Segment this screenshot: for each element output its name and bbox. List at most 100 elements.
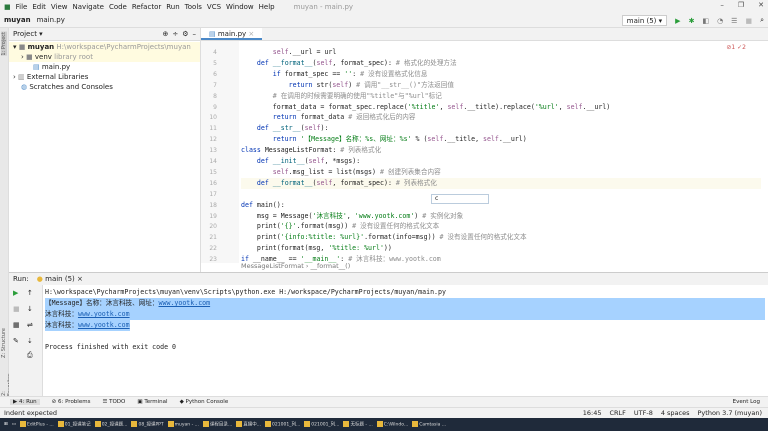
code-line[interactable]: class MessageListFormat: # 列表格式化 <box>241 145 761 156</box>
tool-tab-todo[interactable]: ☰ TODO <box>102 399 125 405</box>
stop-icon[interactable]: ■ <box>13 305 20 313</box>
taskbar-item[interactable]: EditPlus - ... <box>20 421 54 428</box>
run-tab[interactable]: ● main (5) × <box>37 275 83 283</box>
tab-main-py[interactable]: ▤ main.py × <box>201 28 263 40</box>
up-icon[interactable]: ↑ <box>27 289 33 297</box>
menu-navigate[interactable]: Navigate <box>73 3 104 11</box>
code-line[interactable]: msg = Message('沐言科技', 'www.yootk.com') #… <box>241 211 761 222</box>
project-view-select[interactable]: Project ▾ <box>13 30 43 38</box>
maximize-button[interactable]: ❐ <box>738 1 744 9</box>
code-line[interactable] <box>241 189 761 200</box>
code-line[interactable]: print(format(msg, '%title: %url')) <box>241 243 761 254</box>
tool-tab-terminal[interactable]: ▣ Terminal <box>137 399 167 405</box>
rerun-icon[interactable]: ▶ <box>13 289 18 297</box>
code-line[interactable]: return format_data # 返回格式化后的内容 <box>241 112 761 123</box>
debug-icon[interactable]: ✱ <box>689 17 695 25</box>
code-line[interactable]: def __str__(self): <box>241 123 761 134</box>
minimize-button[interactable]: – <box>720 1 724 9</box>
code-line[interactable]: if format_spec == '': # 没有设置格式化信息 <box>241 69 761 80</box>
taskbar-item[interactable]: 无标题 - ... <box>343 421 373 428</box>
menu-vcs[interactable]: VCS <box>207 3 221 11</box>
editor-breadcrumb[interactable]: MessageListFormat › __format__() <box>241 262 350 270</box>
profile-icon[interactable]: ◔ <box>717 17 723 25</box>
tool-tab-python-console[interactable]: ◆ Python Console <box>180 399 229 405</box>
build-icon[interactable]: ☰ <box>731 17 737 25</box>
app-icon <box>265 421 272 428</box>
interpreter[interactable]: Python 3.7 (muyan) <box>698 409 762 417</box>
code-line[interactable]: # 在调用的时候需要明确的使用"%title"与"%url"标记 <box>241 91 761 102</box>
menu-code[interactable]: Code <box>109 3 127 11</box>
menu-file[interactable]: File <box>16 3 28 11</box>
taskbar-item[interactable]: C:\Windo... <box>376 421 408 428</box>
output-link[interactable]: www.yootk.com <box>78 310 130 318</box>
tool-tab-problems[interactable]: ⊘ 6: Problems <box>52 399 91 405</box>
tree-item-root[interactable]: ▾ ■ muyan H:\workspace\PycharmProjects\m… <box>9 42 200 52</box>
code-line[interactable]: self.__url = url <box>241 47 761 58</box>
close-button[interactable]: ✕ <box>758 1 764 9</box>
task-view-icon[interactable]: ▭ <box>12 422 16 427</box>
tree-item-main-py[interactable]: ▤ main.py <box>9 62 200 72</box>
code-line[interactable]: def __format__(self, format_spec): # 格式化… <box>241 58 761 69</box>
down-icon[interactable]: ↓ <box>27 305 33 313</box>
tree-item-venv[interactable]: › ■ venv library root <box>9 52 200 62</box>
coverage-icon[interactable]: ◧ <box>702 17 709 25</box>
taskbar-item[interactable]: Camtasia ... <box>412 421 446 428</box>
tool-tab-run[interactable]: ▶ 4: Run <box>10 399 40 405</box>
run-icon[interactable]: ▶ <box>675 17 680 25</box>
menu-window[interactable]: Window <box>226 3 254 11</box>
code-line[interactable]: print('{info:%title: %url}'.format(info=… <box>241 232 761 243</box>
tree-item-external-libraries[interactable]: › ▥ External Libraries <box>9 72 200 82</box>
taskbar-item[interactable]: 01_授课笔记 <box>57 421 91 428</box>
search-icon[interactable]: ⌕ <box>760 16 764 25</box>
taskbar-item[interactable]: 08_授课PPT <box>131 421 164 428</box>
code-line[interactable]: def __format__(self, format_spec): # 列表格… <box>241 177 761 189</box>
menu-edit[interactable]: Edit <box>32 3 46 11</box>
close-tab-icon[interactable]: × <box>248 30 254 38</box>
code-editor[interactable]: ▤ main.py × ⊘1 ✓2 4 5 6 7 8 9 10 11 12 13 14 15 16 17… <box>201 28 768 272</box>
code-line[interactable]: def __init__(self, *msgs): <box>241 156 761 167</box>
code-line[interactable]: format_data = format_spec.replace('%titl… <box>241 102 761 113</box>
scroll-end-icon[interactable]: ⇣ <box>27 337 33 345</box>
pin-icon[interactable]: ✎ <box>13 337 19 345</box>
stop-icon[interactable]: ■ <box>745 17 752 25</box>
taskbar-item[interactable]: muyan - ... <box>167 421 199 428</box>
taskbar-item[interactable]: 021001_列... <box>304 421 339 428</box>
indent-setting[interactable]: 4 spaces <box>661 409 690 417</box>
locate-icon[interactable]: ⊕ <box>162 30 168 38</box>
code-line[interactable]: def main(): <box>241 200 761 211</box>
print-icon[interactable]: ⎙ <box>27 351 33 360</box>
run-config-select[interactable]: main (5) ▾ <box>621 15 668 26</box>
event-log-button[interactable]: Event Log <box>733 399 760 405</box>
menu-view[interactable]: View <box>51 3 68 11</box>
menu-tools[interactable]: Tools <box>185 3 202 11</box>
gear-icon[interactable]: ⚙ <box>182 30 188 38</box>
taskbar-item[interactable]: 02_授课题... <box>94 421 127 428</box>
console-output[interactable]: H:\workspace\PycharmProjects\muyan\venv\… <box>45 287 765 353</box>
soft-wrap-icon[interactable]: ⇌ <box>27 321 33 329</box>
layout-icon[interactable]: ▦ <box>13 321 20 329</box>
code-line[interactable]: return str(self) # 调用"__str__()"方法返回值 <box>241 80 761 91</box>
structure-tool-tab[interactable]: Z: Structure <box>1 328 7 358</box>
project-tool-tab[interactable]: 1: Project <box>1 32 7 56</box>
output-link[interactable]: www.yootk.com <box>78 321 130 329</box>
completion-popup[interactable]: c <box>431 194 489 204</box>
taskbar-item[interactable]: 直播中... <box>236 421 261 428</box>
breadcrumb-project[interactable]: muyan <box>4 16 31 24</box>
menu-refactor[interactable]: Refactor <box>132 3 161 11</box>
code-line[interactable]: print('{}'.format(msg)) # 没有设置任何的格式化文本 <box>241 221 761 232</box>
tree-item-scratches[interactable]: ◍ Scratches and Consoles <box>9 82 200 92</box>
breadcrumb-file[interactable]: main.py <box>37 16 65 24</box>
taskbar-item[interactable]: 课程目录... <box>202 421 232 428</box>
taskbar-item[interactable]: 021001_列... <box>265 421 300 428</box>
file-encoding[interactable]: UTF-8 <box>634 409 653 417</box>
collapse-icon[interactable]: ÷ <box>172 30 178 38</box>
start-icon[interactable]: ⊞ <box>4 422 8 427</box>
hide-icon[interactable]: – <box>193 30 197 38</box>
menu-run[interactable]: Run <box>166 3 179 11</box>
output-link[interactable]: www.yootk.com <box>159 299 211 307</box>
menu-help[interactable]: Help <box>259 3 275 11</box>
line-separator[interactable]: CRLF <box>609 409 625 417</box>
caret-position[interactable]: 16:45 <box>583 409 602 417</box>
code-line[interactable]: self.msg_list = list(msgs) # 创建列表集合内容 <box>241 167 761 178</box>
code-line[interactable]: return '【Message】名称：%s、网址：%s' % (self.__… <box>241 134 761 145</box>
